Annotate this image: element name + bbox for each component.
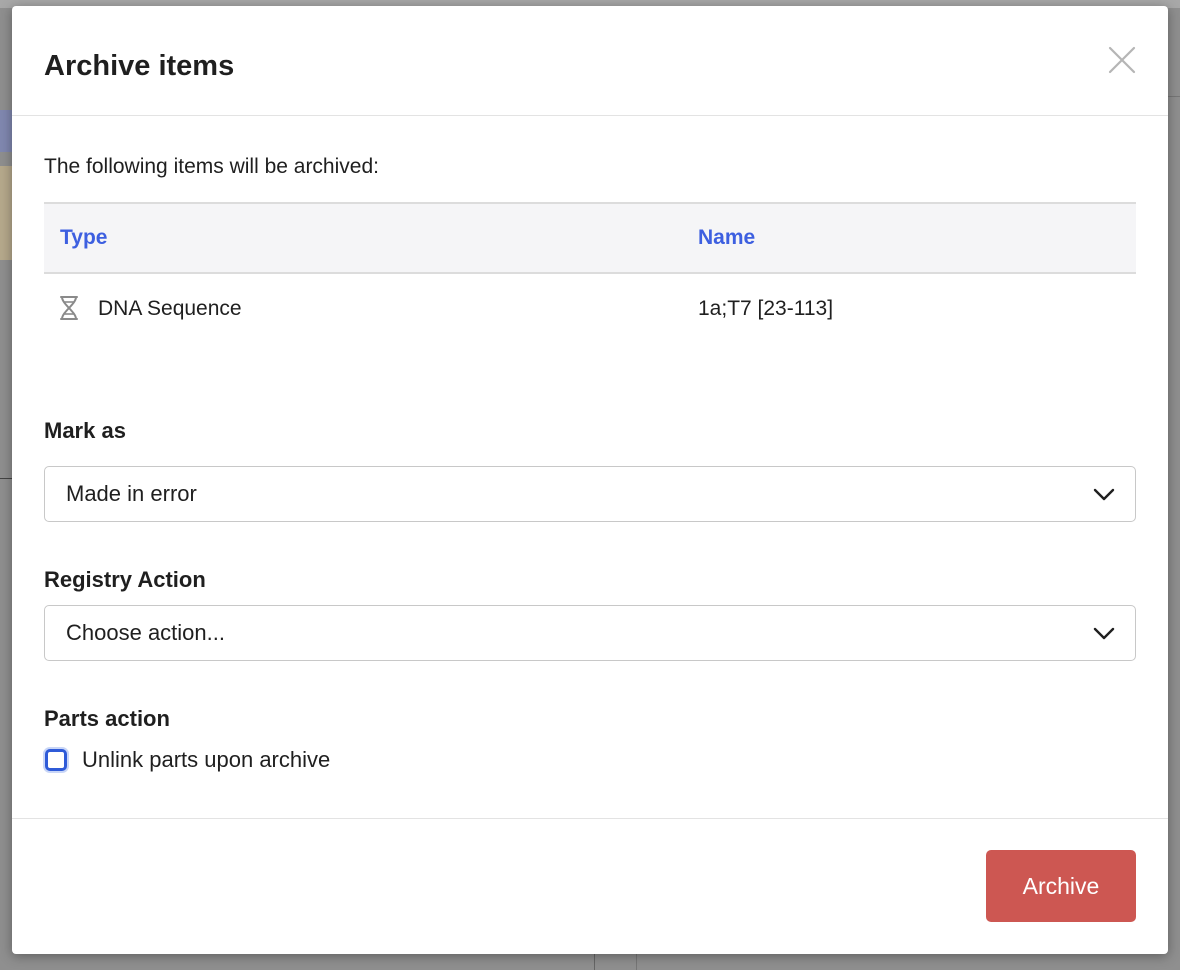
parts-action-label: Parts action <box>44 706 170 731</box>
mark-as-label: Mark as <box>44 418 126 443</box>
unlink-parts-checkbox[interactable] <box>45 749 67 771</box>
row-type-value: DNA Sequence <box>98 297 242 320</box>
column-header-name[interactable]: Name <box>698 225 755 251</box>
registry-action-selected-value: Choose action... <box>66 620 225 645</box>
column-header-type[interactable]: Type <box>60 225 107 251</box>
close-button[interactable] <box>1106 44 1138 76</box>
background-divider <box>1168 96 1180 97</box>
close-icon <box>1108 46 1136 74</box>
table-header: Type Name <box>44 202 1136 274</box>
mark-as-selected-value: Made in error <box>66 481 197 506</box>
background-panel-highlight <box>0 166 12 260</box>
chevron-down-icon <box>1093 627 1115 640</box>
archive-button[interactable]: Archive <box>986 850 1136 922</box>
unlink-parts-checkbox-label[interactable]: Unlink parts upon archive <box>82 747 330 773</box>
dialog-footer: Archive <box>12 818 1168 955</box>
registry-action-label: Registry Action <box>44 567 206 592</box>
row-name-value: 1a;T7 [23-113] <box>698 297 834 320</box>
items-table: Type Name DNA Sequence 1a;T7 [23-113] <box>44 202 1136 344</box>
archive-items-dialog: Archive items The following items will b… <box>12 6 1168 954</box>
archive-intro-text: The following items will be archived: <box>44 155 379 178</box>
chevron-down-icon <box>1093 488 1115 501</box>
dialog-title: Archive items <box>44 50 235 82</box>
table-row: DNA Sequence 1a;T7 [23-113] <box>44 274 1136 344</box>
registry-action-select[interactable]: Choose action... <box>44 605 1136 661</box>
dialog-header: Archive items <box>12 6 1168 116</box>
mark-as-select[interactable]: Made in error <box>44 466 1136 522</box>
dna-icon <box>58 295 80 321</box>
background-divider <box>0 478 12 479</box>
background-panel-accent <box>0 110 12 152</box>
